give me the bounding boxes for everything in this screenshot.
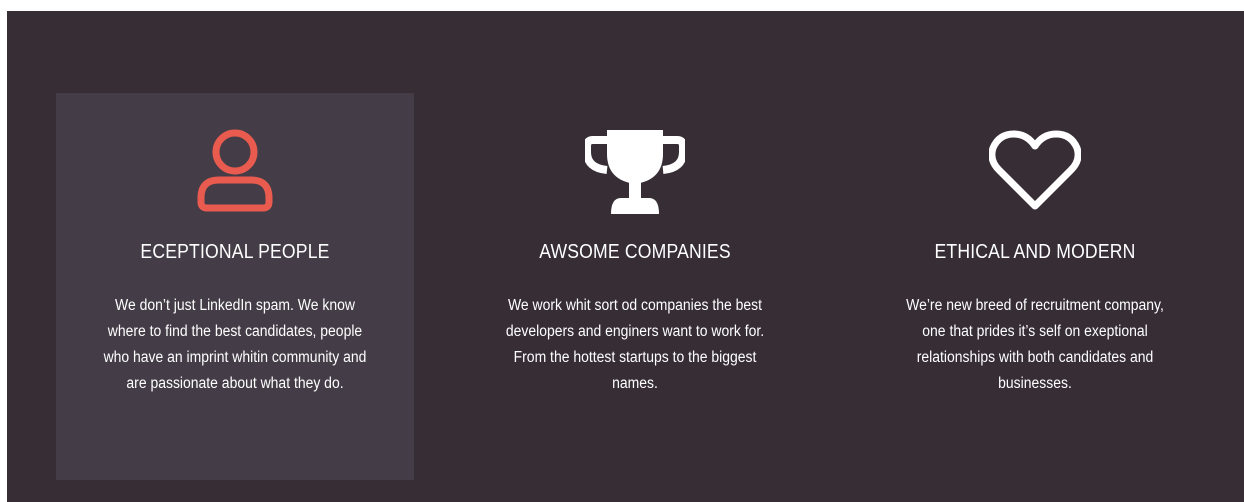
feature-description: We work whit sort od companies the best … (505, 297, 765, 392)
feature-title: ECEPTIONAL PEOPLE (140, 241, 330, 263)
features-section: ECEPTIONAL PEOPLE We don’t just LinkedIn… (7, 11, 1244, 502)
feature-description: We don’t just LinkedIn spam. We know whe… (103, 297, 367, 392)
feature-title: ETHICAL AND MODERN (934, 241, 1136, 263)
user-icon (197, 129, 273, 212)
feature-description: We’re new breed of recruitment company, … (906, 297, 1164, 392)
feature-card-ethical-modern[interactable]: ETHICAL AND MODERN We’re new breed of re… (856, 93, 1214, 480)
feature-icon-container (456, 125, 814, 217)
trophy-icon (585, 130, 685, 214)
heart-icon (989, 130, 1081, 210)
feature-title: AWSOME COMPANIES (539, 241, 731, 263)
feature-icon-container (856, 125, 1214, 217)
feature-icon-container (56, 125, 414, 217)
feature-card-exceptional-people[interactable]: ECEPTIONAL PEOPLE We don’t just LinkedIn… (56, 93, 414, 480)
feature-card-awesome-companies[interactable]: AWSOME COMPANIES We work whit sort od co… (456, 93, 814, 480)
